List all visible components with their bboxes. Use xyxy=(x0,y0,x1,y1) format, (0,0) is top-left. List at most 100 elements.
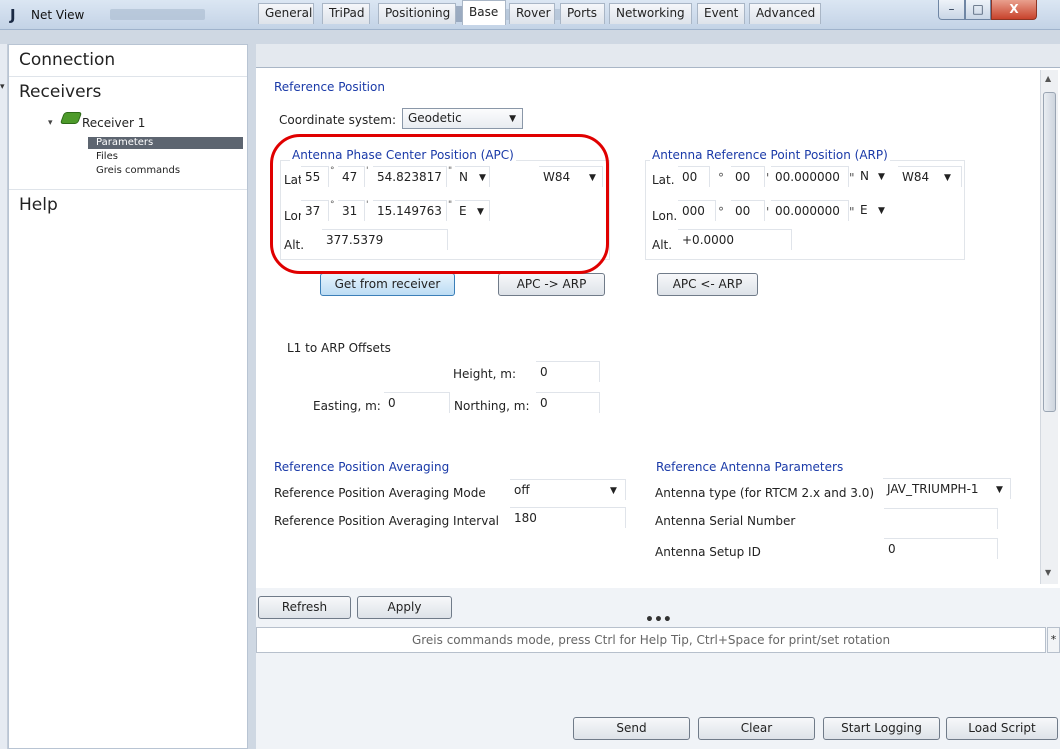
tab-advanced[interactable]: Advanced xyxy=(749,3,821,24)
tab-positioning[interactable]: Positioning xyxy=(378,3,456,24)
start-logging-button[interactable]: Start Logging xyxy=(823,717,940,740)
antenna-serial-field[interactable] xyxy=(884,508,998,529)
averaging-title: Reference Position Averaging xyxy=(274,460,450,474)
coordinate-system-label: Coordinate system: xyxy=(279,113,397,127)
easting-label: Easting, m: xyxy=(313,399,381,413)
apc-alt-field[interactable]: 377.5379 xyxy=(322,229,448,250)
averaging-interval-field[interactable]: 180 xyxy=(510,507,626,528)
arp-lon-sec-field[interactable]: 00.000000 xyxy=(771,200,849,221)
apc-datum-value: W84 xyxy=(543,170,571,184)
app-logo-icon: J xyxy=(10,6,16,24)
degree-symbol: ° xyxy=(718,171,724,185)
height-field[interactable]: 0 xyxy=(536,361,600,382)
scroll-down-icon[interactable]: ▼ xyxy=(1045,568,1051,577)
antenna-setup-label: Antenna Setup ID xyxy=(655,545,761,559)
send-button[interactable]: Send xyxy=(573,717,690,740)
arp-lat-hemisphere-select[interactable]: N ▼ xyxy=(856,166,896,187)
chevron-down-icon: ▼ xyxy=(878,206,885,216)
arp-lon-deg-field[interactable]: 000 xyxy=(678,200,716,221)
arp-lat-deg-field[interactable]: 00 xyxy=(678,166,710,187)
load-script-button[interactable]: Load Script xyxy=(946,717,1058,740)
tree-item-files[interactable]: Files xyxy=(88,151,243,163)
arp-lat-sec-field[interactable]: 00.000000 xyxy=(771,166,849,187)
apc-to-arp-button[interactable]: APC -> ARP xyxy=(498,273,605,296)
arp-lon-min-field[interactable]: 00 xyxy=(731,200,765,221)
get-from-receiver-button[interactable]: Get from receiver xyxy=(320,273,455,296)
northing-field[interactable]: 0 xyxy=(536,392,600,413)
height-label: Height, m: xyxy=(453,367,517,381)
degree-symbol: ° xyxy=(718,205,724,219)
apply-button[interactable]: Apply xyxy=(357,596,452,619)
chevron-down-icon: ▼ xyxy=(509,114,516,124)
tab-tripad[interactable]: TriPad xyxy=(322,3,370,24)
tree-item-parameters[interactable]: Parameters xyxy=(88,137,243,149)
reference-position-title: Reference Position xyxy=(274,80,385,94)
coordinate-system-select[interactable]: Geodetic ▼ xyxy=(402,108,523,129)
apc-lon-sec-field[interactable]: 15.149763 xyxy=(373,200,447,221)
apc-lon-deg-field[interactable]: 37 xyxy=(301,200,329,221)
vertical-scrollbar[interactable]: ▲ ▼ xyxy=(1040,70,1058,584)
arp-alt-label: Alt. xyxy=(652,238,673,252)
splitter-handle-icon[interactable]: ••• xyxy=(645,612,672,628)
nav-receivers[interactable]: Receivers xyxy=(9,77,247,109)
tab-networking[interactable]: Networking xyxy=(609,3,692,24)
scrollbar-thumb[interactable] xyxy=(1043,92,1056,412)
tab-general[interactable]: General xyxy=(258,3,314,24)
arp-alt-field[interactable]: +0.0000 xyxy=(678,229,792,250)
chevron-down-icon: ▼ xyxy=(996,485,1003,495)
degree-symbol: ° xyxy=(330,166,335,176)
clear-button[interactable]: Clear xyxy=(698,717,815,740)
scroll-up-icon[interactable]: ▲ xyxy=(1045,74,1051,83)
apc-lat-min-field[interactable]: 47 xyxy=(338,166,365,187)
nav-connection[interactable]: Connection xyxy=(9,45,247,77)
chevron-down-icon: ▼ xyxy=(878,172,885,182)
command-side-button[interactable]: * xyxy=(1047,627,1060,653)
arp-lon-hemisphere-select[interactable]: E ▼ xyxy=(856,200,896,221)
apc-alt-label: Alt. xyxy=(284,238,305,252)
apc-lon-hemisphere-select[interactable]: E ▼ xyxy=(455,200,490,221)
antenna-type-select[interactable]: JAV_TRIUMPH-1 ▼ xyxy=(883,478,1011,499)
apc-lat-hemisphere-select[interactable]: N ▼ xyxy=(455,166,490,187)
antenna-params-title: Reference Antenna Parameters xyxy=(656,460,844,474)
northing-label: Northing, m: xyxy=(454,399,530,413)
arp-lat-min-field[interactable]: 00 xyxy=(731,166,765,187)
easting-field[interactable]: 0 xyxy=(384,392,450,413)
arp-datum-value: W84 xyxy=(902,170,930,184)
chevron-down-icon: ▼ xyxy=(944,173,951,183)
apc-lat-sec-field[interactable]: 54.823817 xyxy=(373,166,447,187)
arp-lon-label: Lon. xyxy=(652,209,678,223)
tab-rover[interactable]: Rover xyxy=(509,3,555,24)
greis-command-input[interactable]: Greis commands mode, press Ctrl for Help… xyxy=(256,627,1046,653)
close-button[interactable]: X xyxy=(991,0,1037,20)
tree-item-greis-commands[interactable]: Greis commands xyxy=(88,165,243,177)
tree-item-receiver-1[interactable]: Receiver 1 xyxy=(82,116,145,130)
tree-expand-icon[interactable]: ▾ xyxy=(48,118,53,128)
blurred-title-text xyxy=(110,9,205,20)
tab-event[interactable]: Event xyxy=(697,3,745,24)
chevron-down-icon: ▼ xyxy=(610,486,617,496)
arp-lat-label: Lat. xyxy=(652,173,675,187)
second-symbol: " xyxy=(849,171,855,185)
averaging-mode-value: off xyxy=(514,483,530,497)
antenna-type-value: JAV_TRIUMPH-1 xyxy=(887,482,979,496)
apc-lon-min-field[interactable]: 31 xyxy=(338,200,365,221)
arp-title: Antenna Reference Point Position (ARP) xyxy=(650,148,890,162)
arp-datum-select[interactable]: W84 ▼ xyxy=(898,166,962,187)
chevron-down-icon: ▼ xyxy=(589,173,596,183)
minimize-button[interactable]: – xyxy=(938,0,965,20)
refresh-button[interactable]: Refresh xyxy=(258,596,351,619)
nav-collapse-strip[interactable]: ▾ xyxy=(0,44,8,749)
averaging-interval-label: Reference Position Averaging Interval xyxy=(274,514,499,528)
tab-base[interactable]: Base xyxy=(462,0,506,25)
antenna-setup-field[interactable]: 0 xyxy=(884,538,998,559)
arp-to-apc-button[interactable]: APC <- ARP xyxy=(657,273,758,296)
offsets-title: L1 to ARP Offsets xyxy=(287,341,391,355)
tab-ports[interactable]: Ports xyxy=(560,3,605,24)
nav-help[interactable]: Help xyxy=(9,189,247,221)
apc-datum-select[interactable]: W84 ▼ xyxy=(539,166,603,187)
maximize-button[interactable]: □ xyxy=(965,0,991,20)
apc-lat-deg-field[interactable]: 55 xyxy=(301,166,329,187)
averaging-mode-select[interactable]: off ▼ xyxy=(510,479,626,500)
coordinate-system-value: Geodetic xyxy=(408,111,462,125)
averaging-mode-label: Reference Position Averaging Mode xyxy=(274,486,486,500)
